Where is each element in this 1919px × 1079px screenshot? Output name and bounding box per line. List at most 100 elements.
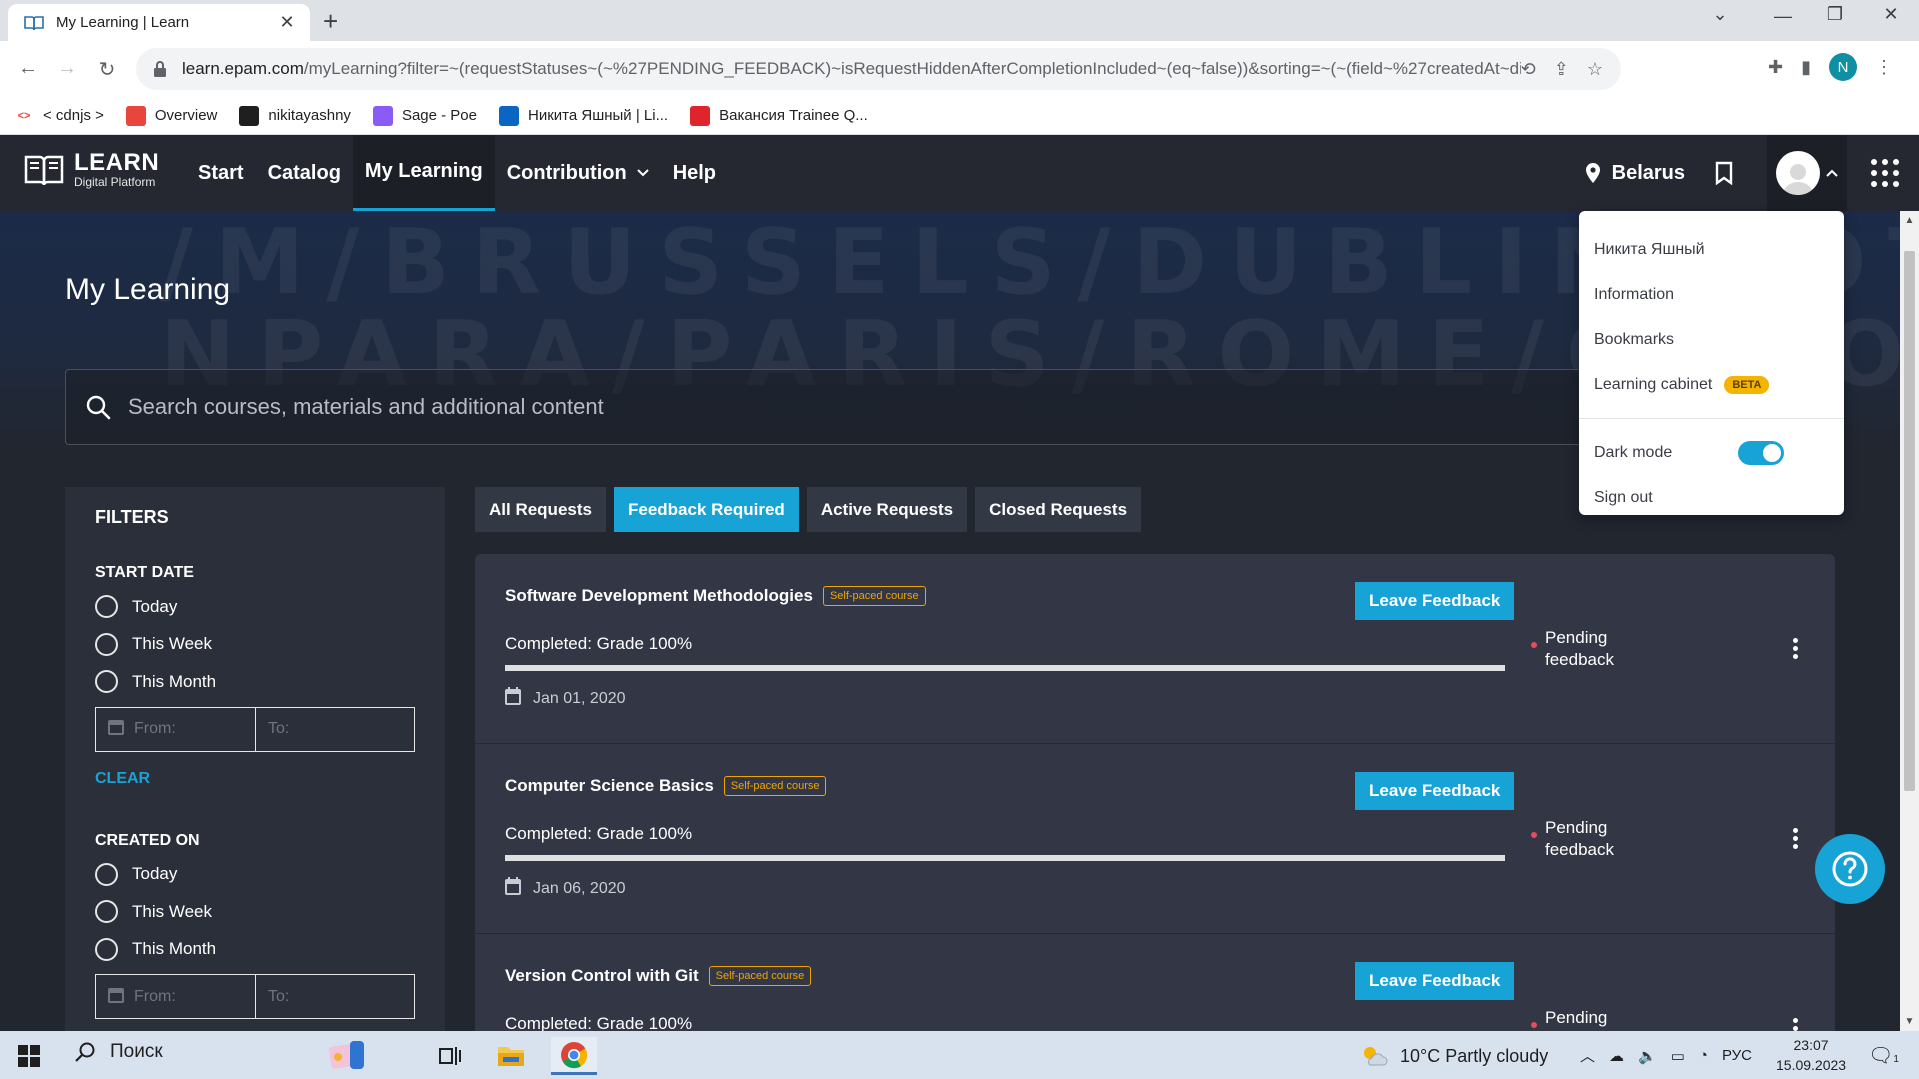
tab-close-icon[interactable]: ✕ — [276, 12, 298, 33]
clear-filter-button[interactable]: CLEAR — [95, 770, 415, 788]
bookmark-label: Никита Яшный | Li... — [528, 107, 669, 124]
github-icon — [239, 105, 260, 126]
profile-name[interactable]: Никита Яшный — [1579, 227, 1844, 272]
date-from-field[interactable]: From: — [96, 975, 255, 1018]
course-title[interactable]: Software Development Methodologies — [505, 586, 813, 606]
bookmark-item[interactable]: Sage - Poe — [372, 105, 477, 126]
taskbar-search[interactable]: Поиск — [74, 1041, 163, 1063]
leave-feedback-button[interactable]: Leave Feedback — [1355, 772, 1515, 810]
minimize-icon[interactable]: — — [1763, 6, 1803, 27]
filter-radio-option[interactable]: This Week — [95, 626, 415, 664]
file-explorer-icon[interactable] — [488, 1037, 534, 1075]
browser-profile-avatar[interactable]: N — [1829, 53, 1857, 81]
code-icon: <> — [17, 109, 31, 122]
bookmark-item[interactable]: Никита Яшный | Li... — [499, 105, 669, 126]
scrollbar-thumb[interactable] — [1904, 251, 1915, 791]
nav-item-start[interactable]: Start — [186, 135, 256, 211]
date-to-field[interactable]: To: — [255, 707, 414, 751]
apps-grid-icon[interactable] — [1871, 159, 1899, 187]
leave-feedback-button[interactable]: Leave Feedback — [1355, 962, 1515, 1000]
bookmark-item[interactable]: <> < cdnjs > — [14, 106, 104, 126]
side-panel-icon[interactable]: ▮ — [1801, 57, 1811, 78]
course-title[interactable]: Computer Science Basics — [505, 776, 714, 796]
date-range-picker: From: To: — [95, 974, 415, 1019]
more-options-icon[interactable] — [1793, 638, 1799, 659]
browser-menu-icon[interactable]: ⋮ — [1875, 57, 1893, 78]
notification-icon[interactable]: 🗨1 — [1868, 1043, 1899, 1068]
course-card: Version Control with Git Self-paced cours… — [475, 934, 1835, 1031]
scroll-down-icon[interactable]: ▼ — [1900, 1016, 1919, 1027]
search-input[interactable] — [128, 394, 1584, 420]
star-icon[interactable]: ☆ — [1587, 59, 1603, 80]
nav-item-catalog[interactable]: Catalog — [256, 135, 353, 211]
bookmark-item[interactable]: Overview — [125, 105, 218, 126]
reload-icon[interactable]: ↻ — [93, 57, 121, 82]
filter-radio-option[interactable]: Today — [95, 588, 415, 626]
course-title[interactable]: Version Control with Git — [505, 966, 699, 986]
location-selector[interactable]: Belarus — [1584, 162, 1685, 185]
filter-radio-option[interactable]: Today — [95, 856, 415, 894]
nav-item-help[interactable]: Help — [661, 135, 728, 211]
date-to-placeholder: To: — [268, 987, 290, 1005]
volume-icon[interactable]: 🔈 — [1638, 1047, 1657, 1065]
browser-tab[interactable]: My Learning | Learn ✕ — [8, 4, 310, 41]
close-window-icon[interactable]: ✕ — [1871, 4, 1911, 25]
app-header: LEARN Digital Platform Start Catalog My Le… — [0, 135, 1919, 211]
new-tab-icon[interactable]: + — [323, 6, 338, 37]
tab-all-requests[interactable]: All Requests — [475, 487, 606, 532]
profile-menu-button[interactable] — [1767, 135, 1847, 211]
chrome-taskbar-icon[interactable] — [551, 1037, 597, 1075]
taskbar-widget-paint-icon[interactable] — [325, 1037, 371, 1075]
radio-button[interactable] — [95, 862, 118, 886]
leave-feedback-button[interactable]: Leave Feedback — [1355, 582, 1515, 620]
date-to-field[interactable]: To: — [255, 975, 414, 1018]
language-indicator[interactable]: РУС — [1722, 1047, 1752, 1064]
radio-button[interactable] — [95, 937, 118, 961]
bookmark-item[interactable]: nikitayashny — [239, 105, 351, 126]
more-options-icon[interactable] — [1793, 828, 1799, 849]
search-bar[interactable] — [65, 369, 1585, 445]
onedrive-icon[interactable]: ☁ — [1609, 1047, 1624, 1065]
dark-mode-toggle[interactable] — [1738, 440, 1785, 465]
tab-feedback-required[interactable]: Feedback Required — [613, 487, 799, 532]
radio-button[interactable] — [95, 900, 118, 924]
address-bar[interactable]: learn.epam.com/myLearning?filter=~(reque… — [136, 48, 1621, 90]
filter-radio-option[interactable]: This Week — [95, 893, 415, 931]
page-scrollbar[interactable]: ▲ ▼ — [1900, 211, 1919, 1031]
tab-search-icon[interactable]: ⌄ — [1700, 4, 1740, 25]
nav-item-my-learning[interactable]: My Learning — [352, 135, 495, 211]
more-options-icon[interactable] — [1793, 1018, 1799, 1031]
radio-button[interactable] — [95, 632, 118, 656]
help-fab-button[interactable] — [1815, 834, 1885, 904]
bookmark-label: Overview — [154, 107, 218, 124]
tray-chevron-icon[interactable]: ︿ — [1580, 1045, 1595, 1066]
radio-button[interactable] — [95, 595, 118, 619]
bookmark-icon[interactable] — [1715, 161, 1733, 185]
learn-logo[interactable]: LEARN Digital Platform — [24, 151, 159, 189]
bookmark-item[interactable]: Вакансия Trainee Q... — [690, 105, 868, 126]
battery-icon[interactable]: ▭ — [1671, 1047, 1685, 1065]
menu-item-bookmarks[interactable]: Bookmarks — [1579, 317, 1844, 362]
forward-icon[interactable]: → — [53, 57, 81, 80]
windows-start-icon[interactable] — [18, 1045, 40, 1067]
filter-radio-option[interactable]: This Month — [95, 663, 415, 701]
date-from-field[interactable]: From: — [96, 708, 255, 751]
back-icon[interactable]: ← — [14, 57, 42, 80]
share-icon[interactable]: ⇪ — [1554, 59, 1569, 80]
translate-icon[interactable]: ⟲ — [1521, 59, 1536, 80]
scroll-up-icon[interactable]: ▲ — [1900, 215, 1919, 226]
radio-button[interactable] — [95, 670, 118, 694]
tab-closed-requests[interactable]: Closed Requests — [975, 487, 1142, 532]
task-view-icon[interactable] — [427, 1037, 473, 1075]
extensions-icon[interactable]: ✚ — [1768, 57, 1783, 78]
wifi-icon[interactable]: ◔ — [1699, 1047, 1708, 1064]
nav-item-contribution[interactable]: Contribution — [495, 135, 661, 211]
menu-item-sign-out[interactable]: Sign out — [1579, 475, 1844, 520]
taskbar-weather[interactable]: 10°C Partly cloudy — [1360, 1043, 1548, 1069]
filter-radio-option[interactable]: This Month — [95, 931, 415, 969]
tab-active-requests[interactable]: Active Requests — [806, 487, 968, 532]
restore-icon[interactable]: ❐ — [1815, 4, 1855, 25]
menu-item-information[interactable]: Information — [1579, 272, 1844, 317]
menu-item-learning-cabinet[interactable]: Learning cabinet BETA — [1579, 362, 1844, 407]
taskbar-clock[interactable]: 23:07 15.09.2023 — [1776, 1035, 1846, 1075]
